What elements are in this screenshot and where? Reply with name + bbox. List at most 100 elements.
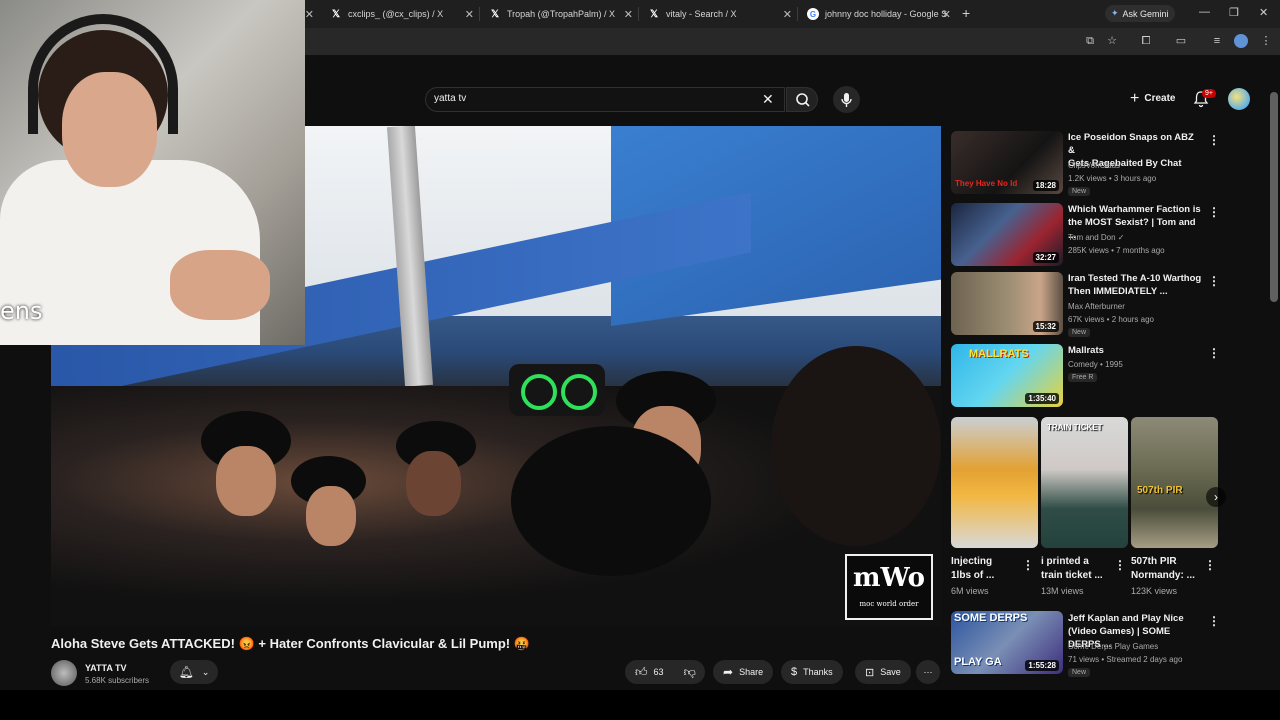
video-frame-speaker	[509, 364, 605, 416]
short-thumbnail[interactable]: TRAIN TICKET	[1041, 417, 1128, 548]
video-duration: 1:35:40	[1025, 393, 1059, 404]
new-badge: New	[1068, 187, 1091, 196]
new-tab-icon[interactable]: +	[962, 5, 970, 21]
save-label: Save	[880, 667, 901, 677]
minimize-icon[interactable]: —	[1199, 6, 1210, 18]
thumbs-up-icon[interactable]: 👍︎	[635, 665, 648, 680]
chevron-right-icon[interactable]: ›	[1206, 487, 1226, 507]
sidebar-meta: 71 views • Streamed 2 days ago	[1068, 655, 1183, 664]
more-vert-icon[interactable]: ⋮	[1114, 558, 1126, 572]
close-tab-icon[interactable]: ✕	[942, 8, 951, 21]
sidebar-channel: Comedy • 1995	[1068, 360, 1123, 369]
save-button[interactable]: ⊡ Save	[855, 660, 911, 684]
install-app-icon[interactable]: ⧉	[1083, 34, 1097, 48]
subscription-bell-button[interactable]: 🔔︎ ⌄	[170, 660, 218, 684]
account-avatar[interactable]	[1228, 88, 1250, 110]
page-scrollbar[interactable]	[1270, 92, 1278, 302]
short-title[interactable]: 507th PIR Normandy: ...	[1131, 555, 1195, 583]
sidebar-thumbnail[interactable]: SOME DERPS PLAY GA 1:55:28	[951, 611, 1063, 674]
sidebar-thumbnail[interactable]: They Have No Id 18:28	[951, 131, 1063, 194]
tab-cxclips[interactable]: 𝕏 cxclips_ (@cx_clips) / X ✕	[322, 0, 480, 28]
create-label: Create	[1144, 93, 1176, 104]
channel-name[interactable]: YATTA TV	[85, 663, 127, 673]
tab-google[interactable]: G johnny doc holliday - Google S ✕	[799, 0, 957, 28]
video-duration: 15:32	[1032, 321, 1059, 332]
bookmark-icon: ⊡	[865, 666, 875, 679]
browser-menu-icon[interactable]: ⋮	[1259, 34, 1273, 48]
like-count[interactable]: 63	[654, 667, 664, 677]
profile-avatar-icon[interactable]	[1234, 34, 1248, 48]
close-tab-icon[interactable]: ✕	[624, 8, 633, 21]
tab-title: Tropah (@TropahPalm) / X	[507, 9, 616, 19]
reading-list-icon[interactable]: ≡	[1210, 34, 1224, 48]
new-badge: New	[1068, 668, 1091, 677]
share-button[interactable]: ➦ Share	[713, 660, 774, 684]
webcam-overlay	[0, 0, 305, 345]
thumbnail-caption: They Have No Id	[955, 179, 1018, 188]
tab-title: johnny doc holliday - Google S	[825, 9, 948, 19]
close-tab-icon[interactable]: ✕	[783, 8, 792, 21]
voice-search-button[interactable]	[833, 86, 860, 113]
short-thumbnail[interactable]: 507th PIR	[1131, 417, 1218, 548]
chevron-down-icon: ⌄	[201, 666, 210, 677]
short-views: 123K views	[1131, 586, 1178, 596]
like-dislike-group: 👍︎ 63 👎︎	[625, 660, 705, 684]
search-query[interactable]: yatta tv	[434, 93, 466, 104]
share-label: Share	[739, 667, 764, 677]
sidebar-thumbnail[interactable]: MALLRATS 1:35:40	[951, 344, 1063, 407]
thumbnail-caption: TRAIN TICKET	[1047, 423, 1103, 432]
thumbnail-caption: PLAY GA	[954, 656, 1002, 668]
more-vert-icon[interactable]: ⋮	[1022, 558, 1034, 572]
new-badge: New	[1068, 328, 1091, 337]
close-tab-icon[interactable]: ✕	[305, 8, 314, 21]
more-vert-icon[interactable]: ⋮	[1208, 205, 1220, 219]
short-views: 6M views	[951, 586, 989, 596]
split-view-icon[interactable]: ▭	[1174, 34, 1188, 48]
channel-avatar[interactable]	[51, 660, 77, 686]
clear-search-icon[interactable]: ✕	[762, 91, 774, 108]
sidebar-video-title[interactable]: Iran Tested The A-10 Warthog Then IMMEDIA…	[1068, 272, 1203, 298]
sidebar-channel[interactable]: Some Derps Play Games	[1068, 640, 1158, 653]
more-actions-button[interactable]: ⋯	[916, 660, 940, 684]
sidebar-thumbnail[interactable]: 32:27	[951, 203, 1063, 266]
sidebar-channel[interactable]: Max Afterburner	[1068, 300, 1125, 313]
search-icon	[796, 93, 810, 107]
extensions-icon[interactable]: ⧠	[1139, 34, 1153, 48]
headset	[28, 14, 178, 134]
short-title[interactable]: Injecting 1lbs of ...	[951, 555, 994, 583]
sidebar-thumbnail[interactable]: 15:32	[951, 272, 1063, 335]
subscriber-count: 5.68K subscribers	[85, 676, 150, 685]
gemini-label: Ask Gemini	[1122, 8, 1169, 19]
thanks-button[interactable]: $ Thanks	[781, 660, 843, 684]
search-input[interactable]	[425, 87, 785, 112]
ask-gemini-button[interactable]: ✦ Ask Gemini	[1105, 5, 1175, 22]
super-thanks-icon: $	[791, 666, 798, 678]
tab-vitaly[interactable]: 𝕏 vitaly - Search / X ✕	[640, 0, 798, 28]
tab-tropah[interactable]: 𝕏 Tropah (@TropahPalm) / X ✕	[481, 0, 639, 28]
subscribed-bell-icon: 🔔︎	[178, 665, 194, 679]
x-logo-icon: 𝕏	[331, 8, 341, 20]
more-vert-icon[interactable]: ⋮	[1208, 274, 1220, 288]
thumbs-down-icon[interactable]: 👎︎	[684, 665, 696, 680]
x-logo-icon: 𝕏	[649, 8, 659, 20]
watermark-small: moc world order	[859, 600, 919, 608]
close-tab-icon[interactable]: ✕	[465, 8, 474, 21]
short-thumbnail[interactable]	[951, 417, 1038, 548]
sidebar-channel[interactable]: ClipsVonClaus	[1068, 159, 1120, 172]
create-button[interactable]: + Create	[1120, 87, 1185, 110]
search-button[interactable]	[786, 87, 818, 112]
window-close-icon[interactable]: ✕	[1259, 6, 1268, 19]
more-vert-icon[interactable]: ⋮	[1204, 558, 1216, 572]
share-arrow-icon: ➦	[723, 665, 734, 679]
short-title[interactable]: i printed a train ticket ...	[1041, 555, 1103, 583]
bookmark-star-icon[interactable]: ☆	[1105, 34, 1119, 48]
video-title: Aloha Steve Gets ATTACKED! 😡 + Hater Con…	[51, 636, 530, 651]
more-vert-icon[interactable]: ⋮	[1208, 133, 1220, 147]
sidebar-video-title[interactable]: Mallrats	[1068, 344, 1203, 357]
maximize-icon[interactable]: ❐	[1229, 6, 1239, 19]
more-vert-icon[interactable]: ⋮	[1208, 346, 1220, 360]
sidebar-channel[interactable]: Tom and Don ✓	[1068, 231, 1125, 244]
notification-badge: 9+	[1202, 89, 1216, 98]
video-duration: 1:55:28	[1025, 660, 1059, 671]
more-vert-icon[interactable]: ⋮	[1208, 614, 1220, 628]
